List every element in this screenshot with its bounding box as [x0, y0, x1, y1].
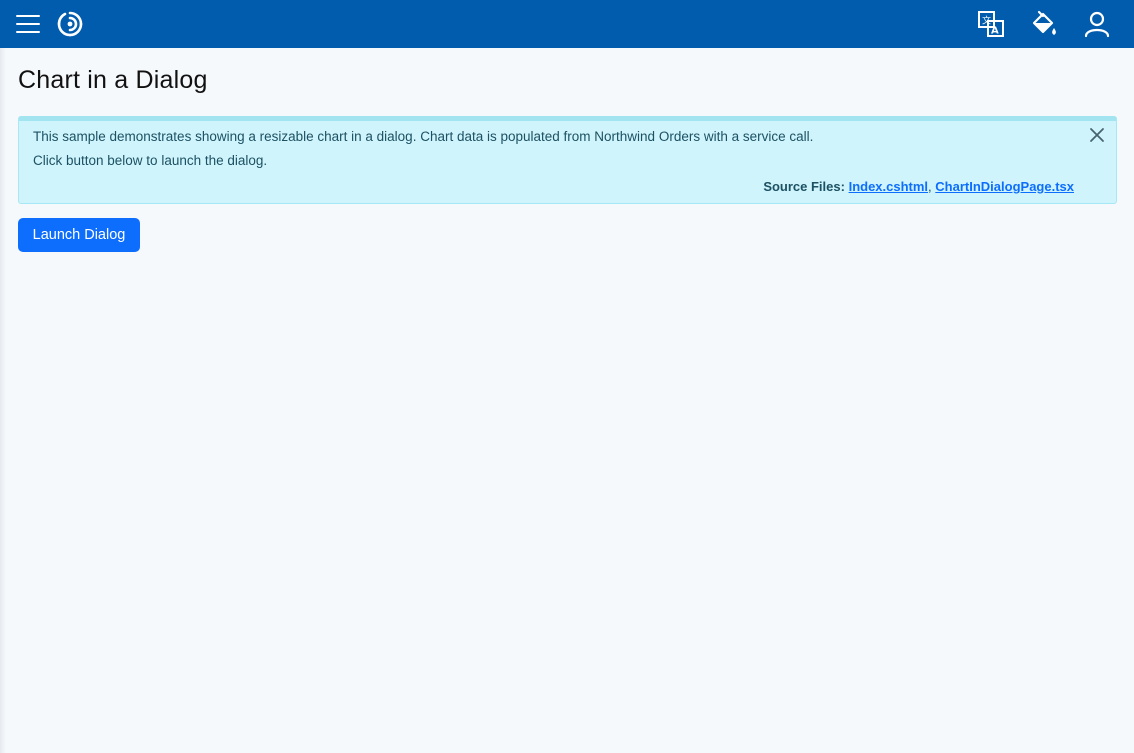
- svg-text:A: A: [991, 26, 999, 37]
- sidebar-shadow: [0, 48, 6, 753]
- main-content: Chart in a Dialog This sample demonstrat…: [18, 62, 1117, 252]
- alert-instruction: Click button below to launch the dialog.: [33, 153, 268, 168]
- launch-dialog-button[interactable]: Launch Dialog: [18, 218, 140, 252]
- info-alert: This sample demonstrates showing a resiz…: [18, 116, 1117, 204]
- source-link-chartindialogpage[interactable]: ChartInDialogPage.tsx: [935, 179, 1074, 194]
- translate-icon[interactable]: 文 A: [976, 9, 1006, 39]
- svg-text:文: 文: [982, 15, 991, 27]
- source-files: Source Files: Index.cshtml, ChartInDialo…: [763, 179, 1074, 194]
- page-title: Chart in a Dialog: [18, 66, 208, 94]
- user-icon[interactable]: [1082, 9, 1112, 39]
- source-files-label: Source Files:: [763, 179, 845, 194]
- close-icon[interactable]: [1088, 126, 1106, 144]
- top-navbar: 文 A: [0, 0, 1134, 48]
- source-link-index[interactable]: Index.cshtml: [849, 179, 928, 194]
- source-separator: ,: [928, 179, 932, 194]
- alert-description: This sample demonstrates showing a resiz…: [33, 129, 814, 144]
- paint-bucket-icon[interactable]: [1029, 9, 1059, 39]
- hamburger-menu-icon[interactable]: [14, 12, 42, 36]
- swirl-logo-icon[interactable]: [55, 9, 85, 39]
